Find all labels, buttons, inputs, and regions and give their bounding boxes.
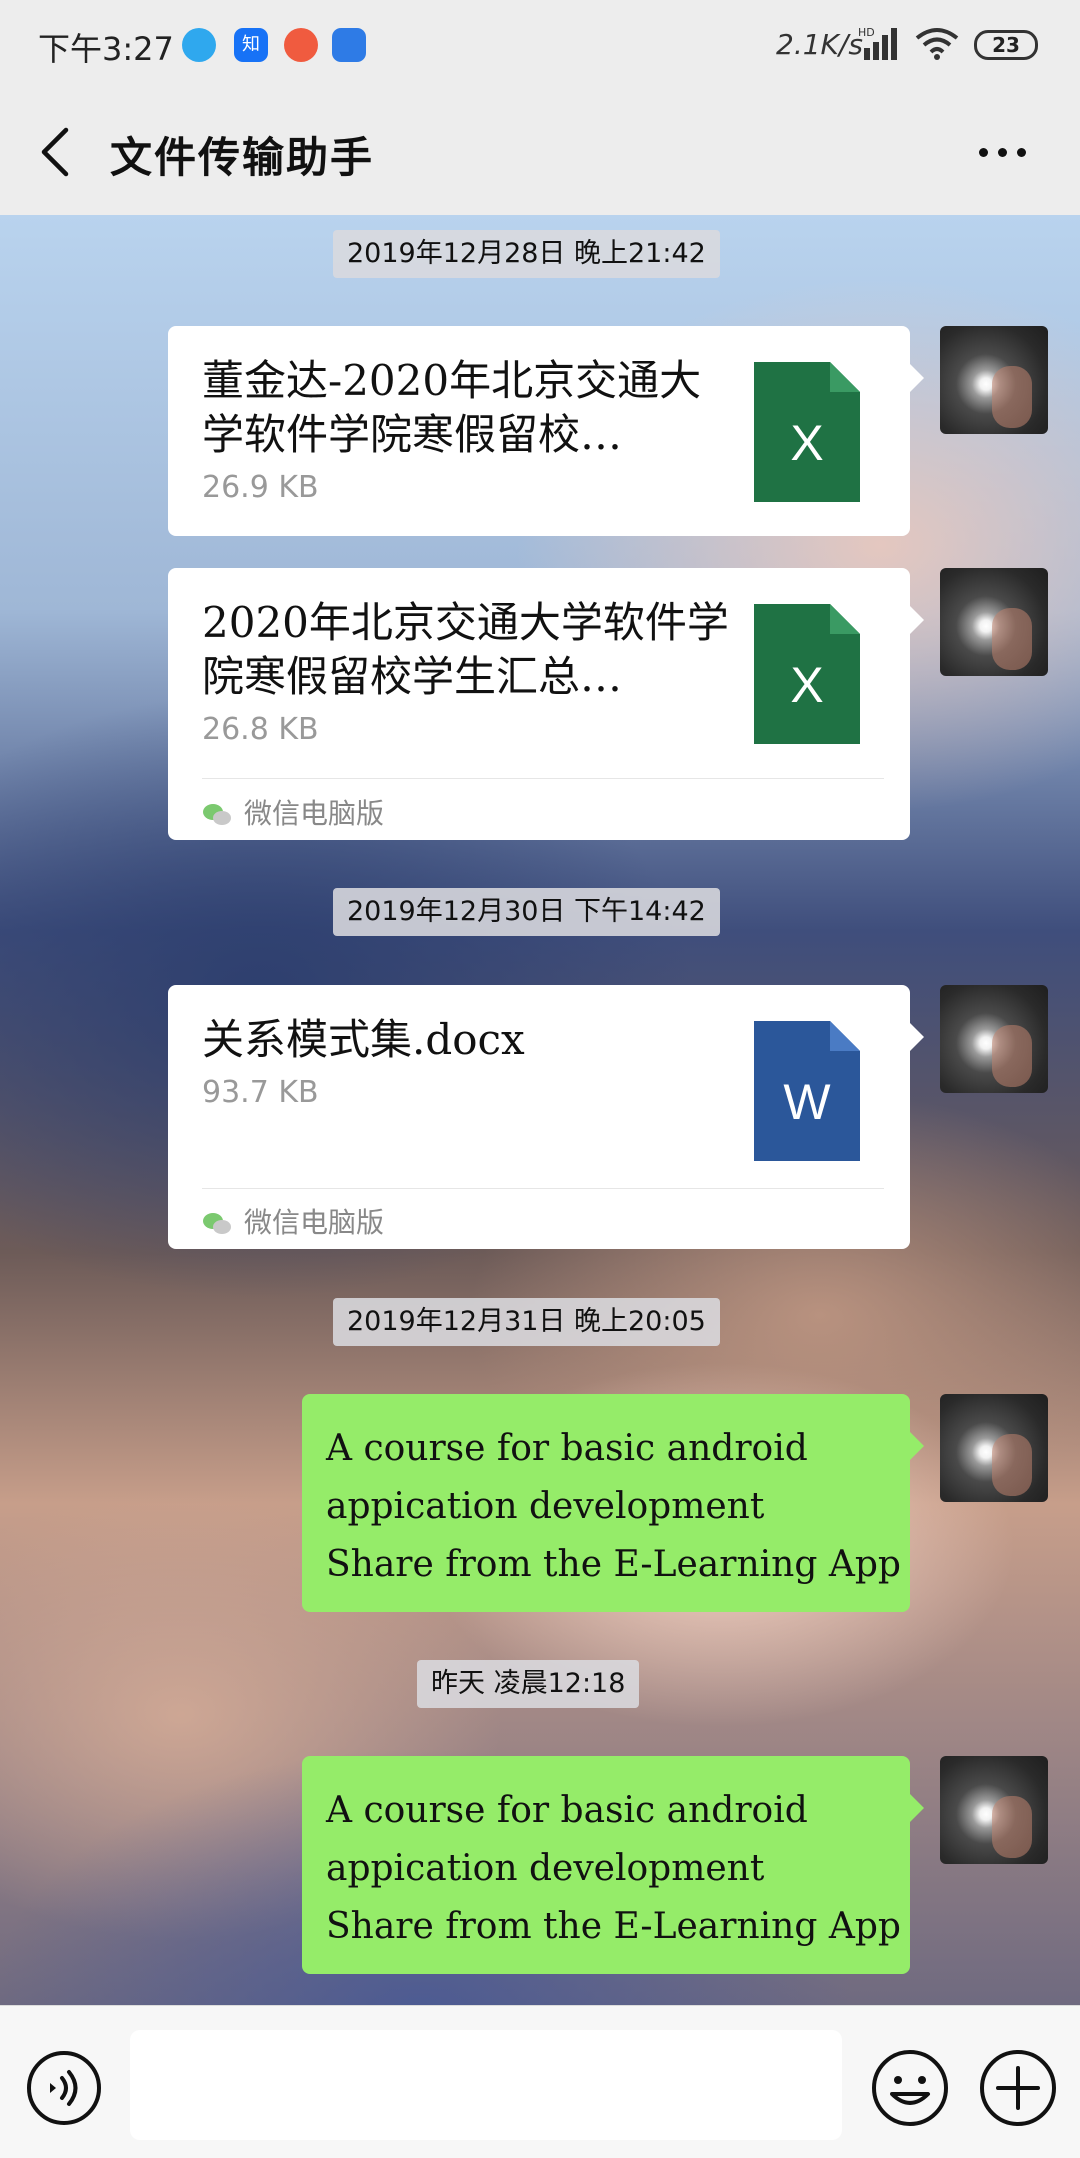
zhihu-app-icon: 知 [234,28,268,62]
message-line: A course for basic android [326,1790,808,1831]
message-line: A course for basic android [326,1428,808,1469]
chat-title: 文件传输助手 [110,133,375,182]
file-icon-letter: X [790,415,824,471]
more-dots-icon[interactable] [975,132,1031,172]
file-message[interactable]: 董金达-2020年北京交通大学软件学院寒假留校… 26.9 KB X [168,326,924,536]
file-size: 26.8 KB [202,712,319,747]
timestamp: 2019年12月31日 晚上20:05 [333,1298,720,1346]
avatar[interactable] [940,568,1048,676]
plus-icon[interactable] [978,2048,1058,2128]
timestamp: 昨天 凌晨12:18 [417,1660,640,1708]
message-input[interactable] [130,2030,842,2140]
blue-app-icon [332,28,366,62]
bird-app-icon [182,28,216,62]
status-bar: 下午3:27 知 2.1K/s HD 23 [0,0,1080,90]
file-name: 2020年北京交通大学软件学院寒假留校学生汇总… [202,598,729,701]
input-bar [0,2005,1080,2158]
excel-file-icon: X [754,604,860,744]
file-source: 微信电脑版 [202,1201,384,1241]
timestamp: 2019年12月28日 晚上21:42 [333,230,720,278]
chevron-left-icon[interactable] [36,126,76,178]
voice-icon[interactable] [26,2050,102,2126]
wechat-icon [203,804,231,825]
file-message[interactable]: 2020年北京交通大学软件学院寒假留校学生汇总… 26.8 KB X 微信电脑版 [168,568,924,840]
timestamp: 2019年12月30日 下午14:42 [333,888,720,936]
avatar[interactable] [940,326,1048,434]
message-line: Share from the E-Learning App [326,1906,901,1947]
wechat-icon [203,1213,231,1234]
text-message-bubble[interactable]: A course for basic android appication de… [302,1394,924,1612]
message-line: appication development [326,1848,765,1889]
title-bar: 文件传输助手 [0,90,1080,215]
file-message[interactable]: 关系模式集.docx 93.7 KB W 微信电脑版 [168,985,924,1249]
message-line: appication development [326,1486,765,1527]
orange-app-icon [284,28,318,62]
file-source-label: 微信电脑版 [244,797,385,830]
emoji-icon[interactable] [870,2048,950,2128]
message-line: Share from the E-Learning App [326,1544,901,1585]
file-name: 董金达-2020年北京交通大学软件学院寒假留校… [202,356,702,459]
file-size: 26.9 KB [202,470,319,505]
signal-icon: HD [858,26,897,60]
text-message-bubble[interactable]: A course for basic android appication de… [302,1756,924,1974]
avatar[interactable] [940,1394,1048,1502]
file-source-label: 微信电脑版 [244,1206,385,1239]
avatar[interactable] [940,1756,1048,1864]
file-icon-letter: X [790,657,824,713]
network-badge: HD [858,26,875,39]
wifi-icon [915,28,959,60]
file-size: 93.7 KB [202,1075,319,1110]
battery-indicator: 23 [974,30,1038,60]
word-file-icon: W [754,1021,860,1161]
divider [202,778,884,779]
file-source: 微信电脑版 [202,792,384,832]
excel-file-icon: X [754,362,860,502]
status-time: 下午3:27 [38,30,174,68]
file-name: 关系模式集.docx [202,1015,525,1064]
file-icon-letter: W [783,1074,831,1130]
divider [202,1188,884,1189]
network-speed: 2.1K/s [776,28,863,61]
avatar[interactable] [940,985,1048,1093]
